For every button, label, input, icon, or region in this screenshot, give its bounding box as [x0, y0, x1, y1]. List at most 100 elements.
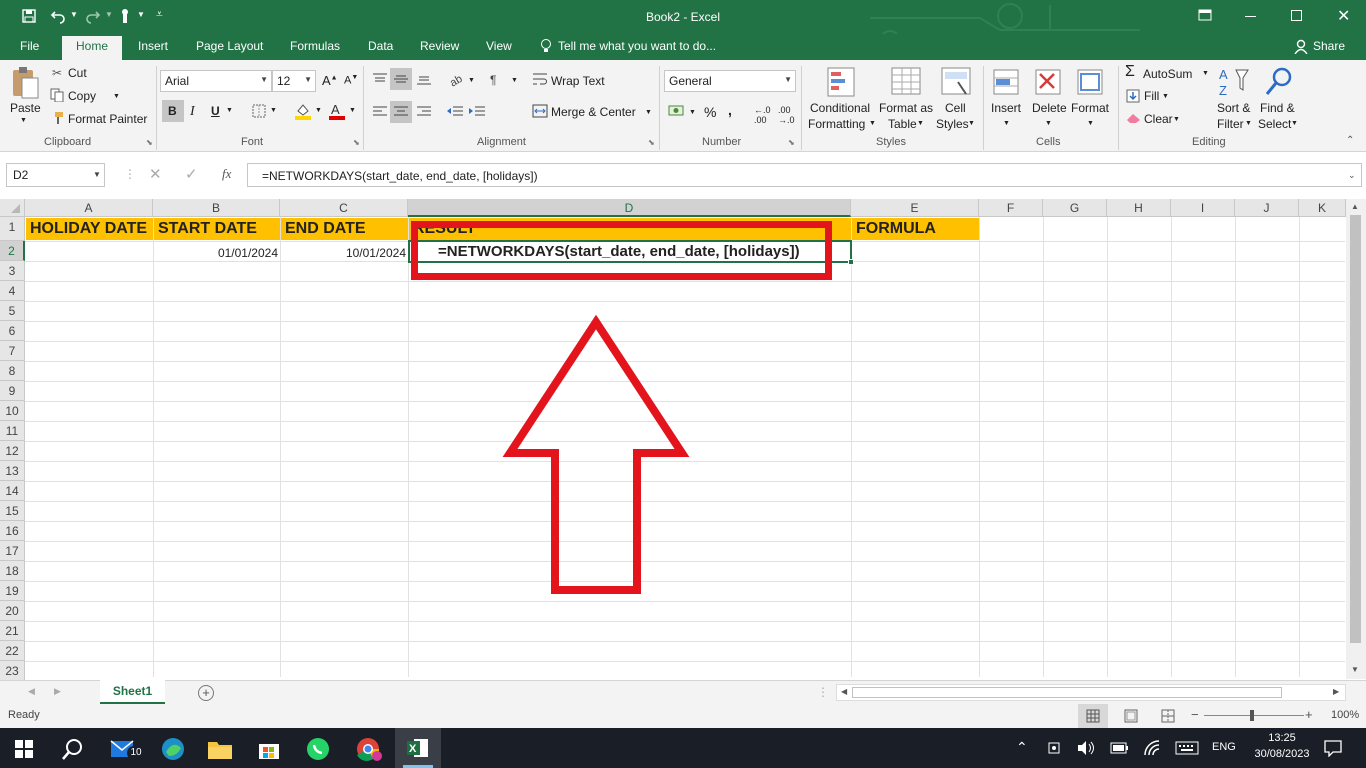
- align-left-icon[interactable]: [372, 105, 388, 119]
- paste-dropdown-icon[interactable]: ▼: [20, 117, 27, 124]
- accounting-dropdown-icon[interactable]: ▼: [689, 109, 696, 116]
- font-color-icon[interactable]: A: [328, 102, 346, 120]
- row-header-10[interactable]: 10: [0, 401, 25, 421]
- increase-font-size-icon[interactable]: A▲: [322, 73, 338, 88]
- minimize-icon[interactable]: [1245, 16, 1256, 17]
- customize-qat-icon[interactable]: ⩡: [156, 7, 163, 22]
- insert-cells-button[interactable]: Insert: [991, 101, 1021, 115]
- borders-icon[interactable]: [252, 104, 266, 118]
- font-name-combo[interactable]: Arial ▼: [160, 70, 272, 92]
- delete-dropdown-icon[interactable]: ▼: [1045, 120, 1052, 127]
- row-header-4[interactable]: 4: [0, 281, 25, 301]
- vertical-scroll-thumb[interactable]: [1350, 215, 1361, 643]
- row-header-18[interactable]: 18: [0, 561, 25, 581]
- italic-button[interactable]: I: [190, 104, 195, 120]
- format-as-table-dropdown-icon[interactable]: ▼: [917, 120, 924, 127]
- speaker-volume-icon[interactable]: [1076, 740, 1096, 756]
- excel-taskbar-button[interactable]: X: [395, 728, 441, 768]
- underline-dropdown-icon[interactable]: ▼: [226, 107, 233, 114]
- row-header-3[interactable]: 3: [0, 261, 25, 281]
- expand-formula-bar-icon[interactable]: ⌄: [1348, 170, 1356, 181]
- format-as-table-button[interactable]: Format as: [879, 101, 933, 115]
- tab-page-layout[interactable]: Page Layout: [196, 39, 263, 53]
- undo-icon[interactable]: [50, 8, 66, 24]
- clock-time[interactable]: 13:25: [1262, 732, 1302, 744]
- column-header-g[interactable]: G: [1043, 199, 1107, 217]
- windows-start-icon[interactable]: [15, 740, 33, 758]
- borders-dropdown-icon[interactable]: ▼: [270, 107, 277, 114]
- row-header-11[interactable]: 11: [0, 421, 25, 441]
- alignment-launcher-icon[interactable]: ⬊: [648, 138, 655, 147]
- conditional-formatting-dropdown-icon[interactable]: ▼: [869, 120, 876, 127]
- scroll-right-icon[interactable]: ▶: [1333, 687, 1339, 696]
- cell-a1[interactable]: HOLIDAY DATE: [26, 218, 153, 240]
- copy-dropdown-icon[interactable]: ▼: [113, 93, 120, 100]
- cell-styles-button[interactable]: Cell: [945, 101, 966, 115]
- fill-button[interactable]: Fill: [1144, 89, 1159, 103]
- row-header-5[interactable]: 5: [0, 301, 25, 321]
- cell-styles-dropdown-icon[interactable]: ▼: [968, 120, 975, 127]
- zoom-slider[interactable]: [1204, 715, 1304, 716]
- merge-center-button[interactable]: Merge & Center: [551, 105, 636, 119]
- row-header-7[interactable]: 7: [0, 341, 25, 361]
- column-header-h[interactable]: H: [1107, 199, 1171, 217]
- paste-icon[interactable]: [10, 66, 40, 100]
- orientation-icon[interactable]: ab: [448, 71, 466, 87]
- ribbon-display-options-icon[interactable]: [1198, 9, 1212, 21]
- scroll-down-icon[interactable]: ▼: [1351, 665, 1359, 674]
- wrap-text-button[interactable]: Wrap Text: [551, 74, 605, 88]
- horizontal-scroll-thumb[interactable]: [852, 687, 1282, 698]
- new-sheet-icon[interactable]: +: [198, 685, 214, 701]
- accounting-format-icon[interactable]: [668, 104, 686, 118]
- sheet-split-grip-icon[interactable]: ⋮: [817, 685, 829, 699]
- align-center-button[interactable]: [390, 101, 412, 123]
- clock-date[interactable]: 30/08/2023: [1249, 748, 1315, 760]
- fill-handle[interactable]: [848, 259, 854, 265]
- microsoft-store-icon[interactable]: [257, 737, 281, 761]
- next-sheet-icon[interactable]: ▶: [54, 686, 61, 697]
- file-explorer-icon[interactable]: [207, 737, 233, 761]
- search-icon[interactable]: [62, 738, 84, 760]
- insert-function-button[interactable]: fx: [222, 166, 231, 182]
- collapse-ribbon-icon[interactable]: ⌃: [1346, 135, 1354, 146]
- conditional-formatting-button[interactable]: Conditional: [810, 101, 870, 115]
- edge-browser-icon[interactable]: [160, 736, 186, 762]
- align-middle-button[interactable]: [390, 68, 412, 90]
- cell-c2[interactable]: 10/01/2024: [281, 246, 406, 260]
- row-header-23[interactable]: 23: [0, 661, 25, 681]
- touch-mode-icon[interactable]: [118, 7, 132, 25]
- row-header-21[interactable]: 21: [0, 621, 25, 641]
- column-header-j[interactable]: J: [1235, 199, 1299, 217]
- row-header-22[interactable]: 22: [0, 641, 25, 661]
- sort-filter-button[interactable]: Sort &: [1217, 101, 1250, 115]
- cancel-icon[interactable]: ✕: [149, 165, 162, 183]
- column-header-i[interactable]: I: [1171, 199, 1235, 217]
- sheet-tab-sheet1[interactable]: Sheet1: [100, 680, 165, 704]
- sort-dropdown-icon[interactable]: ▼: [1245, 120, 1252, 127]
- find-dropdown-icon[interactable]: ▼: [1291, 120, 1298, 127]
- share-button[interactable]: Share: [1313, 39, 1345, 53]
- tab-file[interactable]: File: [20, 39, 39, 53]
- align-bottom-icon[interactable]: [416, 72, 432, 86]
- zoom-slider-thumb[interactable]: [1250, 710, 1254, 721]
- keyboard-icon[interactable]: [1175, 740, 1199, 756]
- bold-button[interactable]: B: [162, 100, 184, 122]
- cut-button[interactable]: Cut: [68, 66, 87, 80]
- comma-style-button[interactable]: ,: [728, 102, 732, 118]
- text-direction-dropdown-icon[interactable]: ▼: [511, 77, 518, 84]
- row-header-15[interactable]: 15: [0, 501, 25, 521]
- horizontal-scrollbar[interactable]: ◀ ▶: [836, 684, 1346, 701]
- scroll-up-icon[interactable]: ▲: [1351, 202, 1359, 211]
- cell-e1[interactable]: FORMULA: [852, 218, 979, 240]
- close-icon[interactable]: ✕: [1337, 6, 1350, 26]
- network-icon[interactable]: [1143, 739, 1161, 757]
- cell-b1[interactable]: START DATE: [154, 218, 280, 240]
- row-header-19[interactable]: 19: [0, 581, 25, 601]
- row-header-14[interactable]: 14: [0, 481, 25, 501]
- enter-icon[interactable]: ✓: [185, 165, 198, 183]
- select-all-button[interactable]: [0, 199, 25, 217]
- format-painter-button[interactable]: Format Painter: [68, 112, 147, 126]
- find-select-button[interactable]: Find &: [1260, 101, 1295, 115]
- decrease-indent-icon[interactable]: [446, 105, 464, 119]
- undo-dropdown-icon[interactable]: ▼: [70, 10, 78, 19]
